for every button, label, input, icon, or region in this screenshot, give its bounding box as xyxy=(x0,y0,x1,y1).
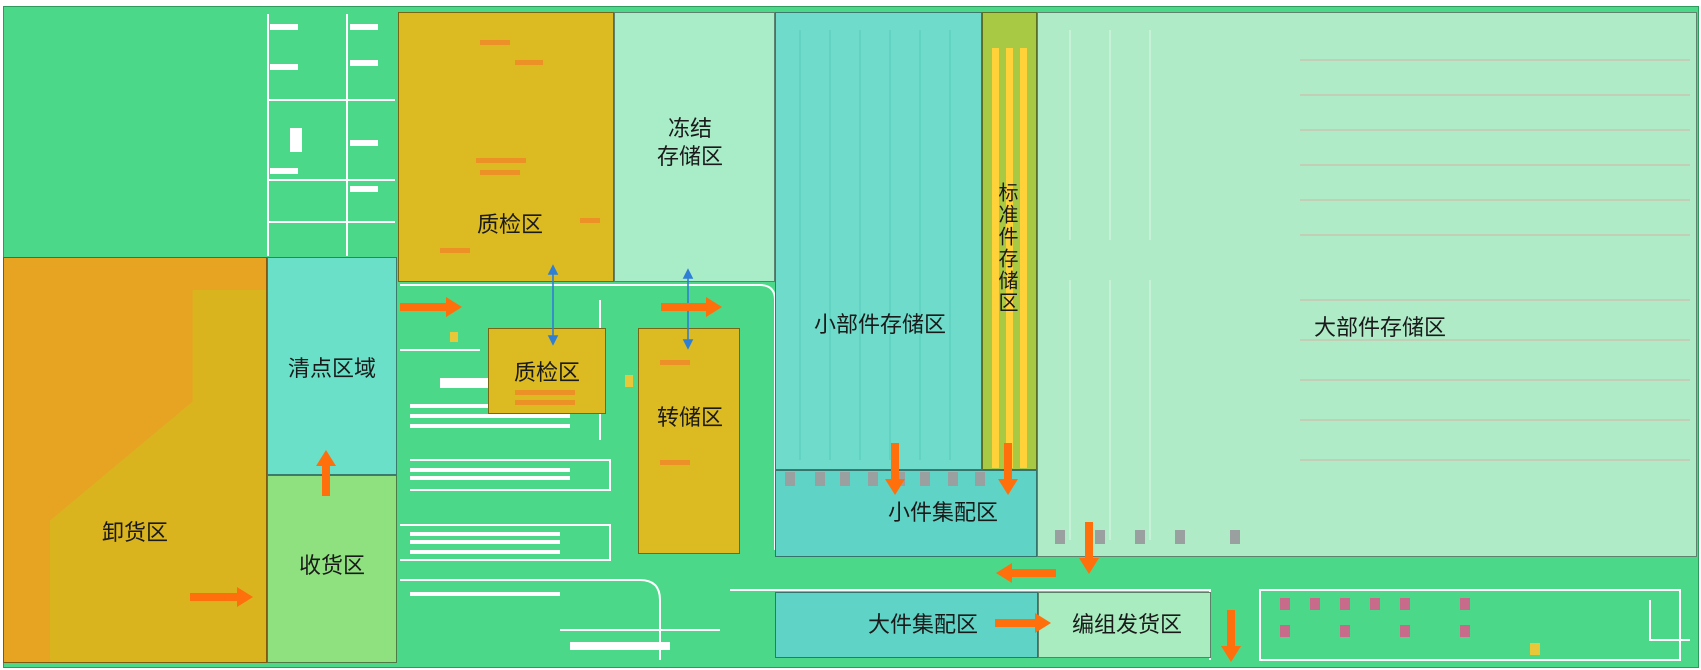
overlay-drawing xyxy=(190,30,1690,662)
warehouse-layout-map: 卸货区 清点区域 收货区 质检区 冻结 存储区 质检区 转储区 小部件存储区 标… xyxy=(0,0,1701,670)
